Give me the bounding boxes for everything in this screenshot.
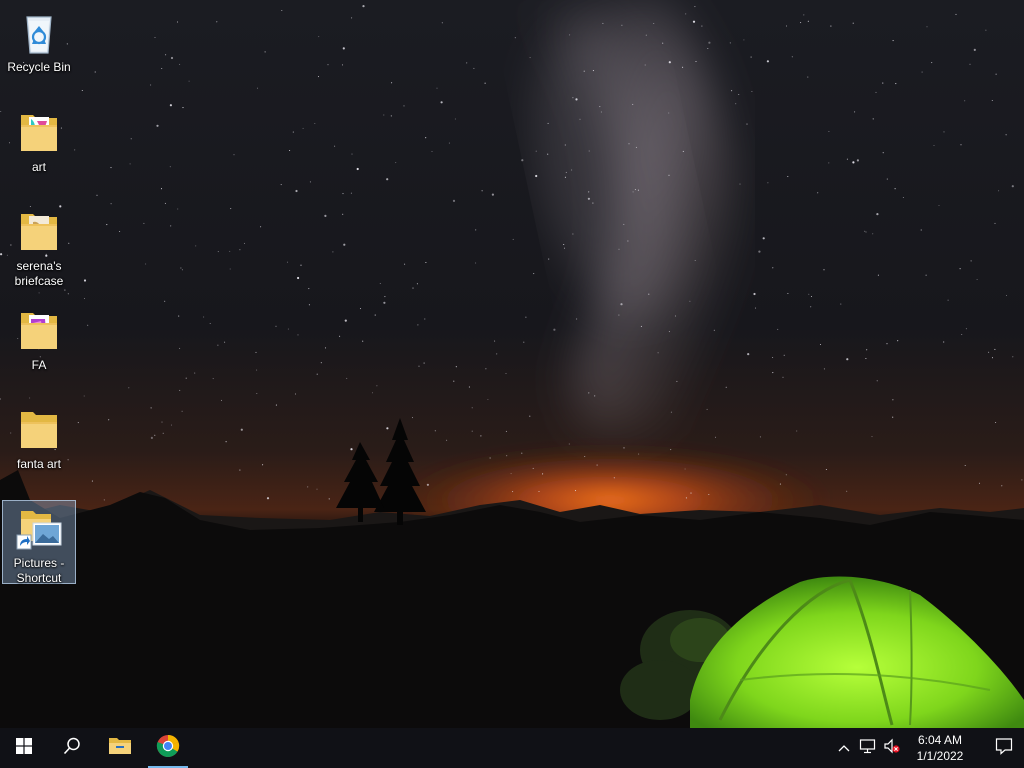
chevron-up-icon [838,739,850,757]
desktop-icon-art[interactable]: art [2,104,76,176]
system-tray: 6:04 AM 1/1/2022 [832,728,1024,768]
desktop-icon-label: serena's briefcase [14,259,64,288]
desktop-wallpaper [0,0,1024,728]
folder-icon [15,406,63,454]
desktop-icon-recycle-bin[interactable]: Recycle Bin [2,4,76,76]
network-icon [859,738,877,759]
recycle-bin-icon [15,9,63,57]
desktop-icon-fa[interactable]: FA [2,302,76,374]
speaker-muted-icon [883,738,901,759]
folder-icon [15,109,63,157]
volume-button[interactable] [880,728,904,768]
notification-icon [995,737,1013,760]
desktop-icon-label: FA [31,358,47,372]
chrome-icon [156,734,180,763]
action-center-button[interactable] [984,728,1024,768]
desktop-icon-label: fanta art [16,457,62,471]
network-button[interactable] [856,728,880,768]
clock[interactable]: 6:04 AM 1/1/2022 [904,728,976,768]
show-hidden-icons-button[interactable] [832,728,856,768]
pictures-shortcut-icon [15,505,63,553]
desktop-icon-label: Recycle Bin [7,60,71,74]
desktop-icon-serenas-briefcase[interactable]: serena's briefcase [2,203,76,290]
search-button[interactable] [48,728,96,768]
start-button[interactable] [0,728,48,768]
folder-icon [15,208,63,256]
folder-icon [15,307,63,355]
clock-time: 6:04 AM [917,733,963,747]
file-explorer-button[interactable] [96,728,144,768]
desktop-icon-label: art [31,160,46,174]
windows-logo-icon [16,737,32,759]
file-explorer-icon [108,736,132,761]
taskbar: 6:04 AM 1/1/2022 [0,728,1024,768]
clock-date: 1/1/2022 [916,749,964,763]
desktop-icon-label: Pictures - Shortcut [13,556,65,585]
chrome-button[interactable] [144,728,192,768]
desktop-icon-fanta-art[interactable]: fanta art [2,401,76,473]
search-icon [63,737,81,760]
desktop-icon-pictures-shortcut[interactable]: Pictures - Shortcut [2,500,76,585]
